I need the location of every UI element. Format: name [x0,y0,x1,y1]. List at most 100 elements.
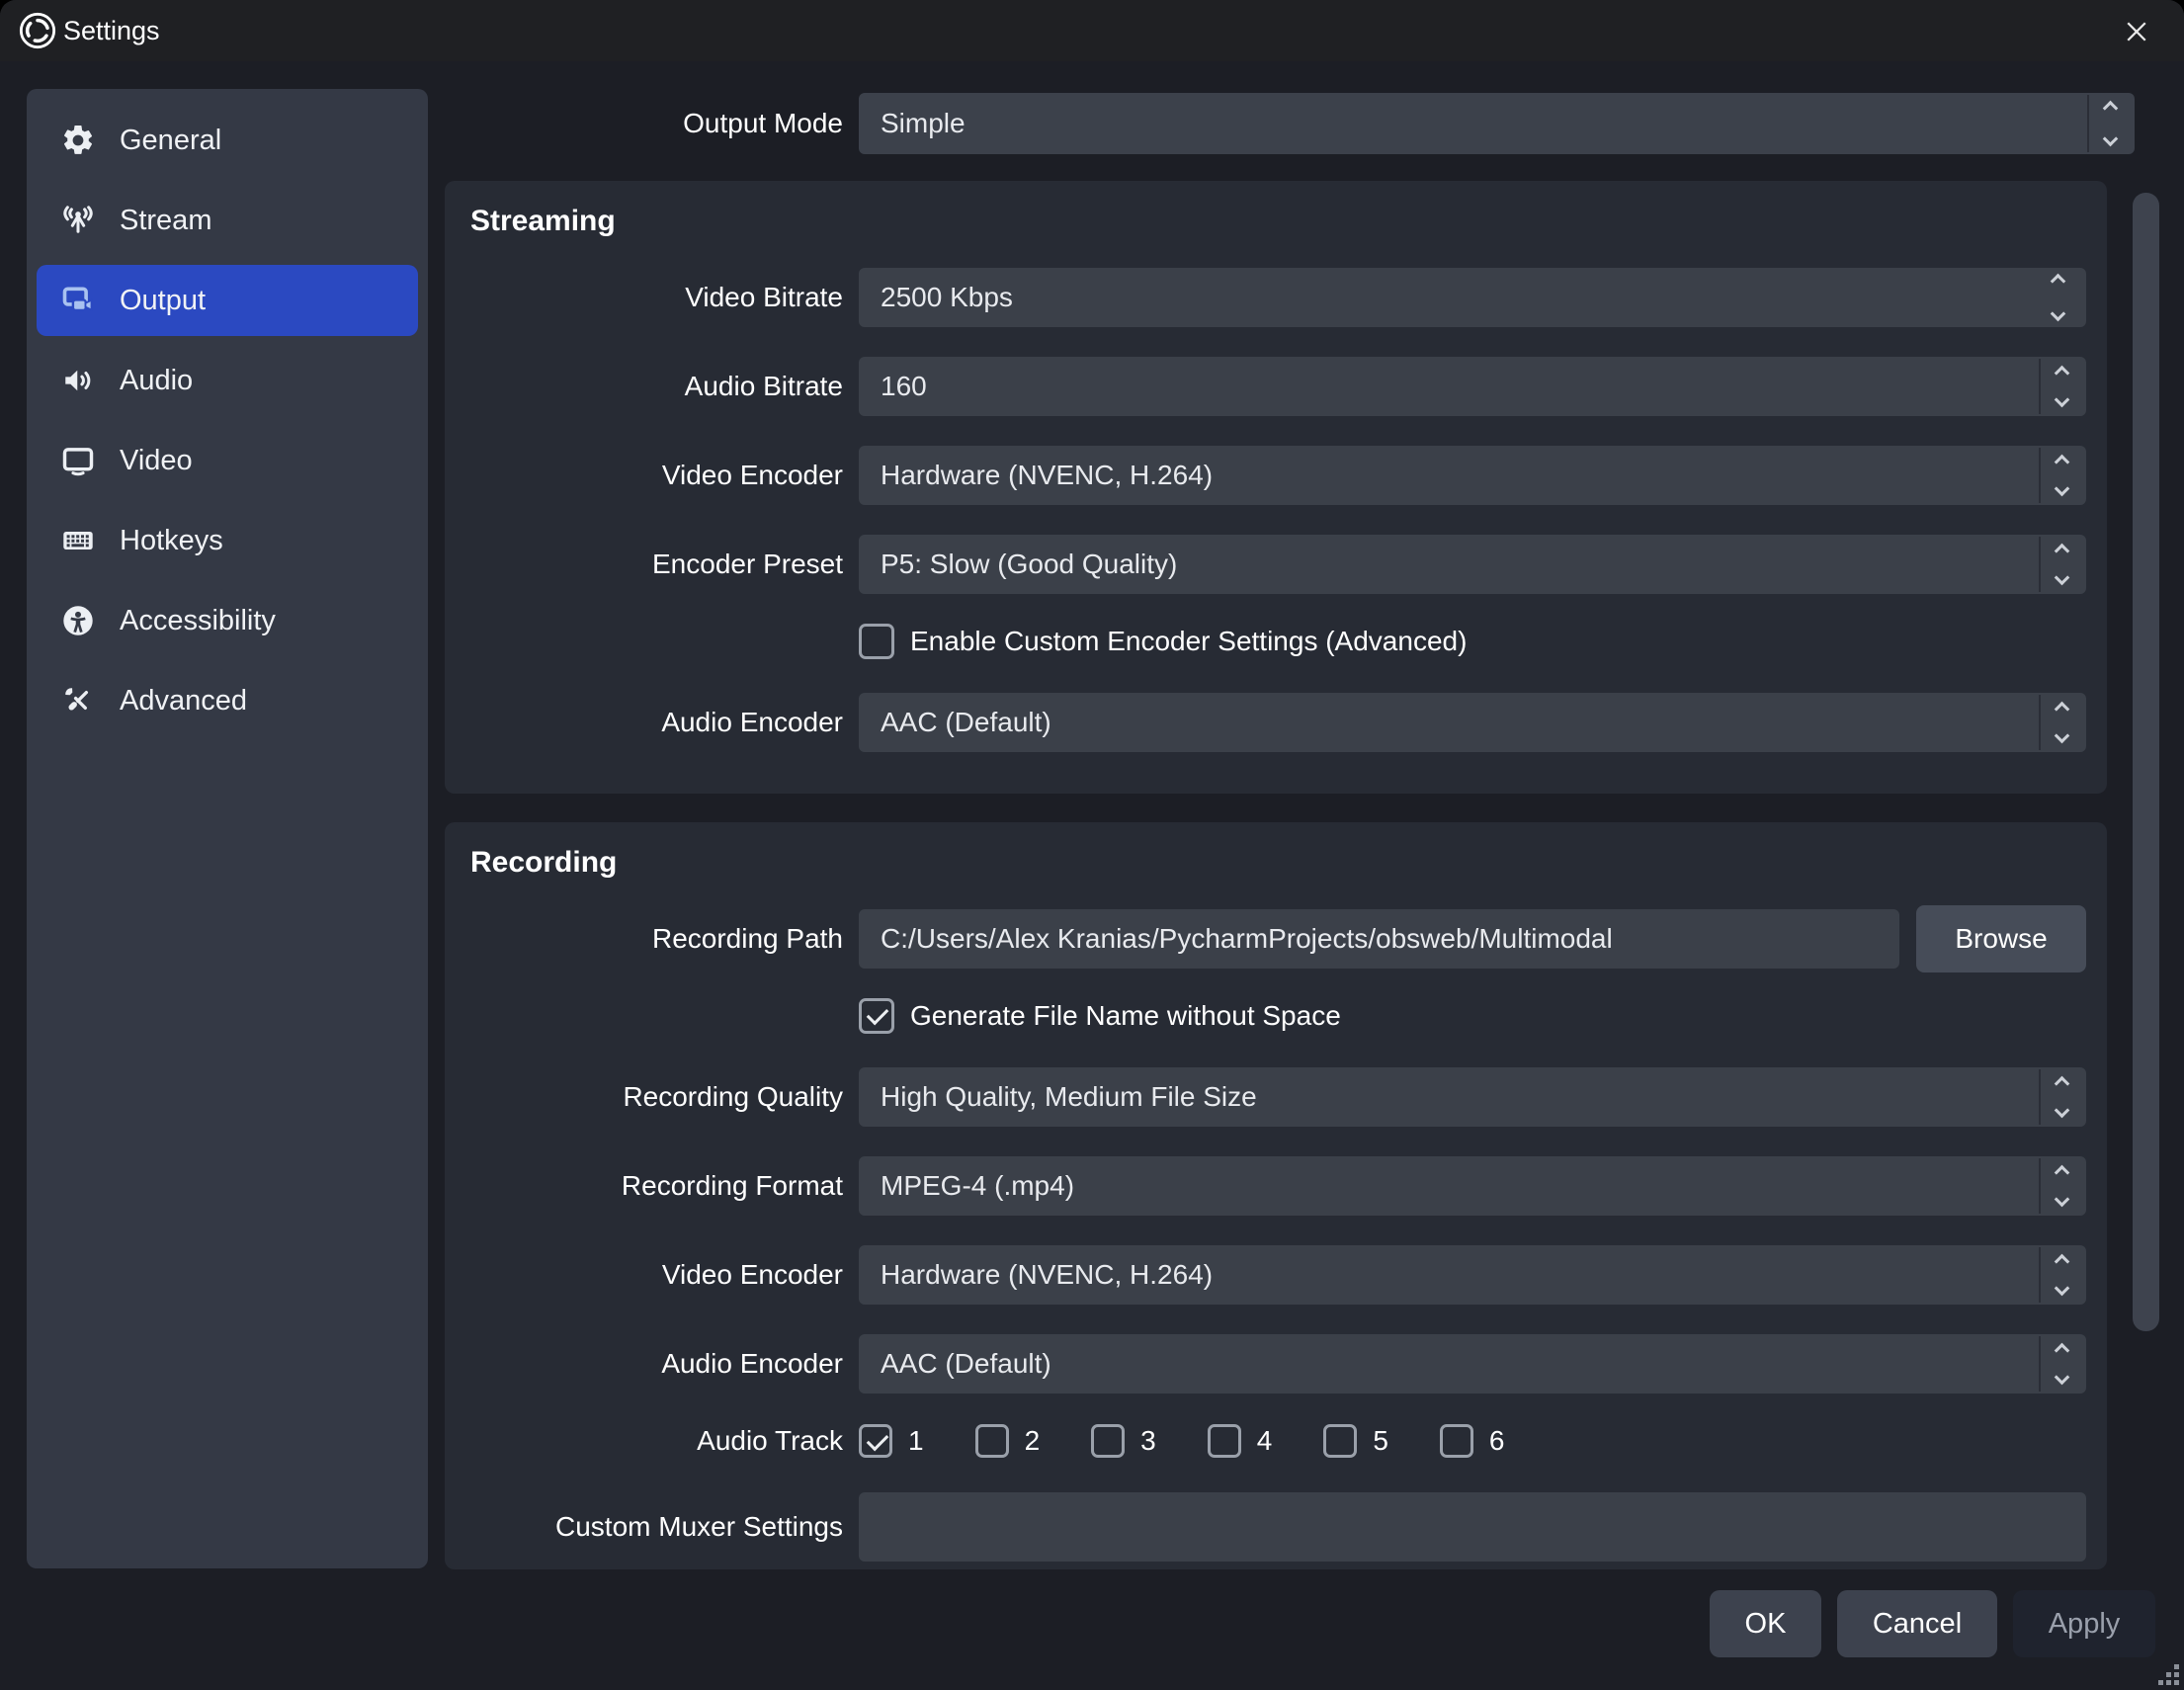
rec-video-encoder-select[interactable]: Hardware (NVENC, H.264) [859,1245,2086,1305]
chevron-up-down-icon [2049,1156,2074,1216]
rec-audio-encoder-select[interactable]: AAC (Default) [859,1334,2086,1394]
divider [2039,1336,2041,1392]
divider [2039,1069,2041,1125]
output-mode-value: Simple [881,108,966,139]
audio-track-1-checkbox[interactable] [859,1424,892,1458]
recording-quality-label: Recording Quality [445,1081,843,1113]
divider [2039,695,2041,750]
sidebar-item-label: General [120,125,221,157]
recording-path-input[interactable]: C:/Users/Alex Kranias/PycharmProjects/ob… [859,909,1899,969]
generate-filename-row: Generate File Name without Space [445,994,2086,1038]
sidebar-item-label: Video [120,445,193,477]
sidebar-item-accessibility[interactable]: Accessibility [37,585,418,656]
streaming-section: Streaming Video Bitrate 2500 Kbps Audio … [445,181,2107,794]
recording-quality-value: High Quality, Medium File Size [881,1081,1257,1113]
ok-button[interactable]: OK [1710,1590,1821,1657]
audio-track-5-checkbox[interactable] [1323,1424,1357,1458]
encoder-preset-select[interactable]: P5: Slow (Good Quality) [859,535,2086,594]
recording-path-label: Recording Path [445,923,843,955]
audio-bitrate-value: 160 [881,371,927,402]
stream-video-encoder-select[interactable]: Hardware (NVENC, H.264) [859,446,2086,505]
audio-track-4-label: 4 [1257,1425,1273,1457]
video-encoder-label: Video Encoder [445,1259,843,1291]
audio-encoder-label: Audio Encoder [445,1348,843,1380]
divider [2087,95,2089,152]
custom-muxer-label: Custom Muxer Settings [445,1511,843,1543]
sidebar-item-output[interactable]: Output [37,265,418,336]
chevron-up-down-icon [2049,693,2074,752]
video-encoder-label: Video Encoder [445,460,843,491]
custom-encoder-settings-checkbox[interactable] [859,624,894,659]
video-bitrate-spinner[interactable]: 2500 Kbps [859,268,2086,327]
audio-track-4-checkbox[interactable] [1208,1424,1241,1458]
resize-grip-icon[interactable] [2157,1663,2179,1685]
custom-encoder-settings-row: Enable Custom Encoder Settings (Advanced… [445,620,2086,663]
recording-path-value: C:/Users/Alex Kranias/PycharmProjects/ob… [881,923,1613,955]
recording-title: Recording [445,822,2107,880]
chevron-up-down-icon [2049,357,2074,416]
divider [2039,448,2041,503]
audio-track-6-label: 6 [1489,1425,1505,1457]
footer: OK Cancel Apply [1710,1590,2155,1657]
sidebar-item-label: Audio [120,365,193,397]
sidebar-item-hotkeys[interactable]: Hotkeys [37,505,418,576]
sidebar-item-general[interactable]: General [37,105,418,176]
close-button[interactable] [2115,10,2158,53]
divider [2039,359,2041,414]
video-encoder-value: Hardware (NVENC, H.264) [881,1259,1213,1291]
chevron-up-down-icon [2049,1067,2074,1127]
rec-audio-encoder-row: Audio Encoder AAC (Default) [445,1334,2086,1394]
sidebar-item-stream[interactable]: Stream [37,185,418,256]
recording-format-select[interactable]: MPEG-4 (.mp4) [859,1156,2086,1216]
monitor-icon [60,443,96,478]
chevron-up-down-icon [2097,93,2123,154]
chevron-up-down-icon [2049,1245,2074,1305]
audio-track-4: 4 [1208,1424,1273,1458]
titlebar: Settings [0,0,2184,61]
audio-encoder-value: AAC (Default) [881,1348,1051,1380]
sidebar-item-label: Stream [120,205,211,237]
tools-icon [60,683,96,718]
browse-button[interactable]: Browse [1916,905,2086,972]
recording-section: Recording Recording Path C:/Users/Alex K… [445,822,2107,1569]
sidebar-item-audio[interactable]: Audio [37,345,418,416]
recording-quality-row: Recording Quality High Quality, Medium F… [445,1067,2086,1127]
audio-bitrate-select[interactable]: 160 [859,357,2086,416]
audio-track-row: Audio Track 1 2 3 4 5 [445,1419,2086,1463]
output-mode-select[interactable]: Simple [859,93,2135,154]
accessibility-icon [60,603,96,638]
divider [2039,1158,2041,1214]
settings-window: Settings General [0,0,2184,1690]
encoder-preset-row: Encoder Preset P5: Slow (Good Quality) [445,535,2086,594]
screen: Settings General [0,0,2184,1690]
recording-quality-select[interactable]: High Quality, Medium File Size [859,1067,2086,1127]
audio-track-2-checkbox[interactable] [975,1424,1009,1458]
chevron-up-down-icon [2045,268,2070,327]
encoder-preset-label: Encoder Preset [445,549,843,580]
apply-button[interactable]: Apply [2013,1590,2155,1657]
audio-bitrate-label: Audio Bitrate [445,371,843,402]
stream-audio-encoder-select[interactable]: AAC (Default) [859,693,2086,752]
audio-track-3-checkbox[interactable] [1091,1424,1125,1458]
sidebar-item-label: Accessibility [120,605,276,637]
custom-muxer-input[interactable] [859,1492,2086,1562]
divider [2039,537,2041,592]
audio-track-5: 5 [1323,1424,1388,1458]
speaker-icon [60,363,96,398]
rec-video-encoder-row: Video Encoder Hardware (NVENC, H.264) [445,1245,2086,1305]
audio-track-6-checkbox[interactable] [1440,1424,1473,1458]
sidebar-item-label: Advanced [120,685,247,718]
audio-track-2-label: 2 [1025,1425,1041,1457]
sidebar-item-advanced[interactable]: Advanced [37,665,418,736]
sidebar-item-video[interactable]: Video [37,425,418,496]
audio-track-1: 1 [859,1424,924,1458]
generate-filename-label: Generate File Name without Space [910,1000,1341,1032]
divider [2039,1247,2041,1303]
cancel-button[interactable]: Cancel [1837,1590,1997,1657]
vertical-scrollbar[interactable] [2133,193,2159,1331]
streaming-title: Streaming [445,181,2107,238]
audio-track-2: 2 [975,1424,1041,1458]
recording-format-label: Recording Format [445,1170,843,1202]
output-mode-row: Output Mode Simple [455,93,2135,154]
generate-filename-checkbox[interactable] [859,998,894,1034]
